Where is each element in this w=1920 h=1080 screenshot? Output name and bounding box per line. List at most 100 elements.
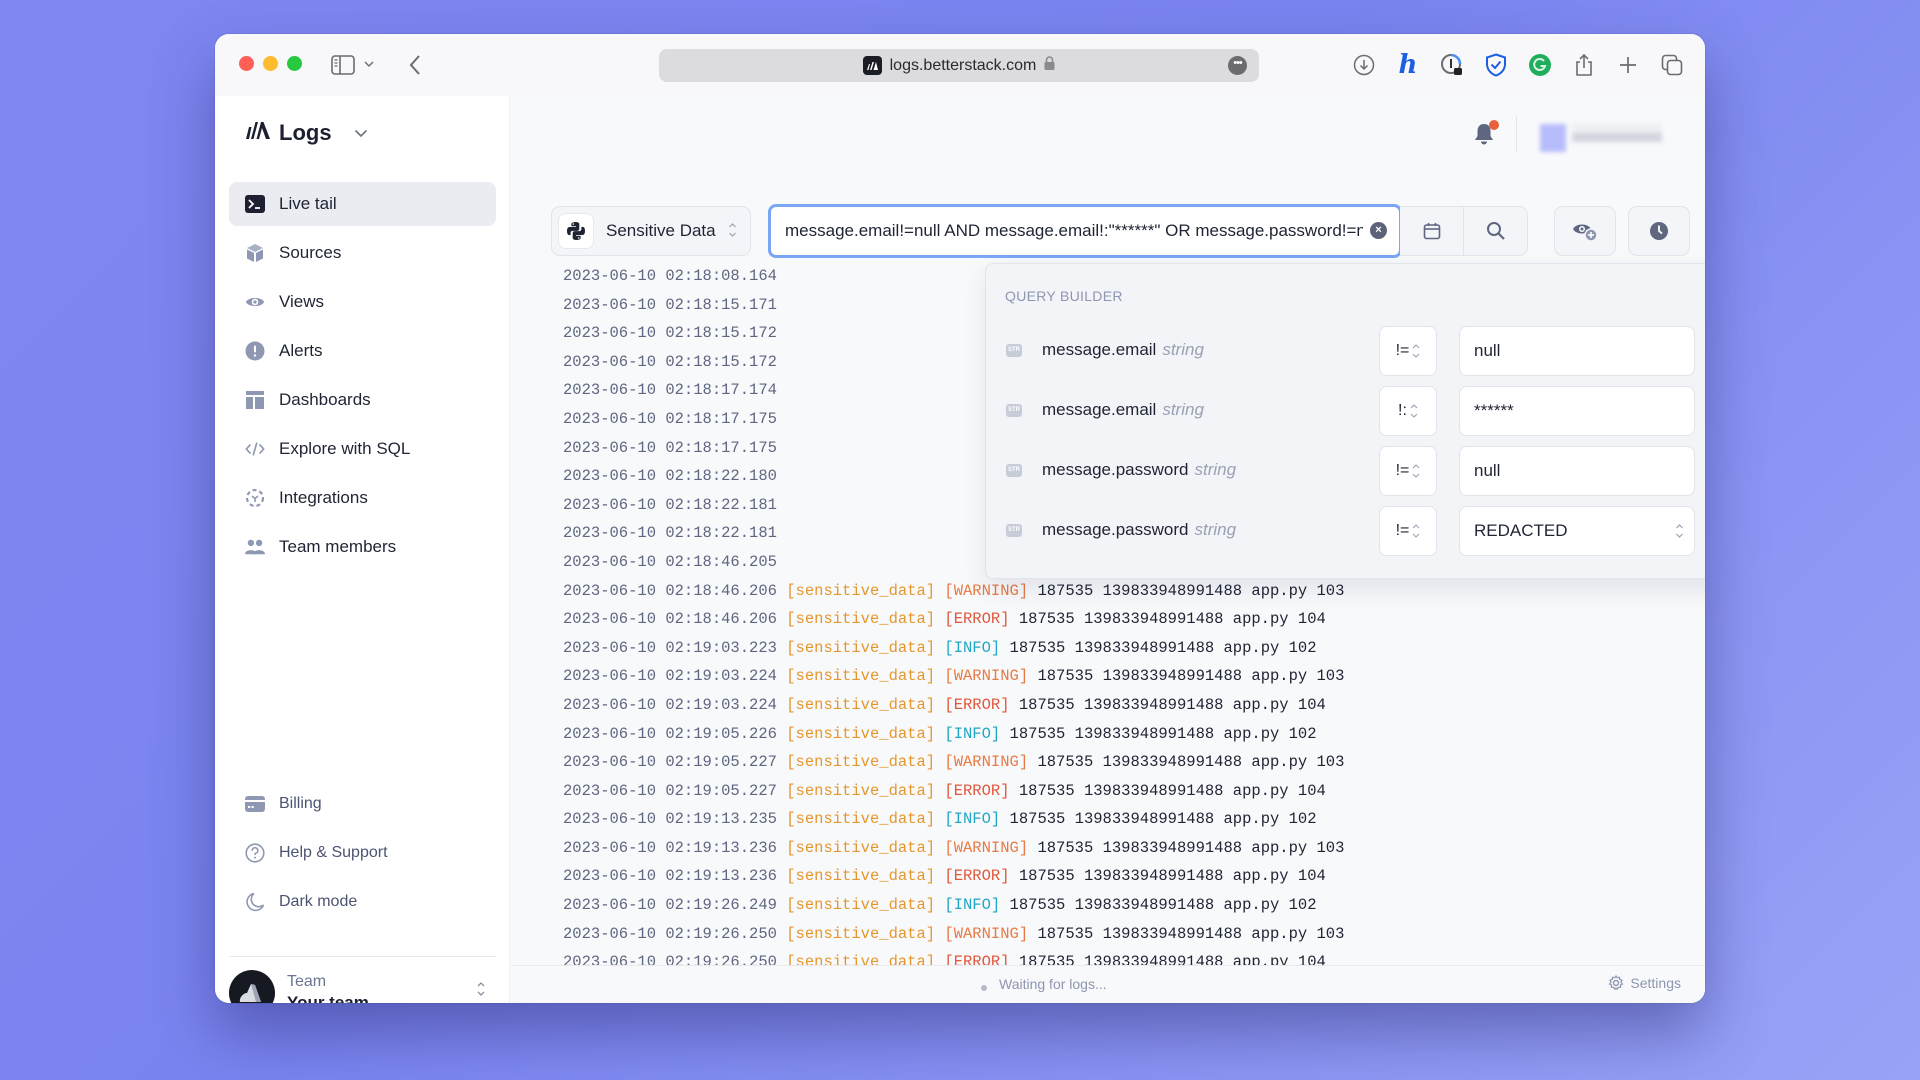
operator-select[interactable]: != (1379, 326, 1437, 376)
time-travel-button[interactable] (1628, 206, 1690, 256)
log-message: 187535 139833948991488 app.py 104 (1018, 695, 1326, 714)
eye-icon (245, 292, 265, 312)
sidebar-item-explore-sql[interactable]: Explore with SQL (229, 427, 496, 471)
condition-field: message.password string (1042, 460, 1236, 480)
browser-window: logs.betterstack.com ••• h Logs Live tai… (215, 34, 1705, 1003)
log-level: [ERROR] (944, 867, 1010, 886)
log-message: 187535 139833948991488 app.py 103 (1037, 753, 1345, 772)
log-line[interactable]: 2023-06-10 02:19:03.224 [sensitive_data]… (563, 691, 1344, 720)
log-timestamp: 2023-06-10 02:18:08.164 (563, 267, 777, 285)
log-line[interactable]: 2023-06-10 02:19:03.223 [sensitive_data]… (563, 634, 1344, 663)
log-line[interactable]: 2023-06-10 02:19:05.227 [sensitive_data]… (563, 777, 1344, 806)
search-button[interactable] (1463, 207, 1527, 255)
user-menu-redacted[interactable] (1536, 122, 1666, 154)
log-source-tag: [sensitive_data] (786, 838, 936, 857)
value-select[interactable]: REDACTED (1459, 506, 1695, 556)
operator-select[interactable]: != (1379, 506, 1437, 556)
log-timestamp: 2023-06-10 02:18:22.181 (563, 524, 777, 543)
download-icon[interactable] (1351, 52, 1377, 78)
help-icon (245, 843, 265, 863)
query-input[interactable] (785, 221, 1363, 241)
sidebar-item-live-tail[interactable]: Live tail (229, 182, 496, 226)
log-timestamp: 2023-06-10 02:19:26.249 (563, 896, 777, 915)
log-timestamp: 2023-06-10 02:19:26.250 (563, 924, 777, 943)
log-source-tag: [sensitive_data] (786, 896, 936, 915)
sidebar-item-dashboards[interactable]: Dashboards (229, 378, 496, 422)
password-manager-icon[interactable] (1439, 52, 1465, 78)
source-selector[interactable]: Sensitive Data (551, 206, 751, 256)
log-message: 187535 139833948991488 app.py 104 (1018, 781, 1326, 800)
operator-select[interactable]: !: (1379, 386, 1437, 436)
clear-query-icon[interactable]: × (1370, 222, 1387, 239)
sidebar-item-help-support[interactable]: Help & Support (229, 831, 496, 875)
log-line[interactable]: 2023-06-10 02:19:03.224 [sensitive_data]… (563, 662, 1344, 691)
new-tab-icon[interactable] (1615, 52, 1641, 78)
log-source-tag: [sensitive_data] (786, 753, 936, 772)
page-options-icon[interactable]: ••• (1228, 56, 1247, 75)
dashboard-icon (245, 390, 265, 410)
operator-select[interactable]: != (1379, 446, 1437, 496)
sidebar-toggle-icon[interactable] (331, 54, 355, 76)
alert-icon (245, 341, 265, 361)
value-selected: REDACTED (1474, 521, 1568, 540)
field-type: string (1194, 520, 1237, 539)
tabs-overview-icon[interactable] (1659, 52, 1685, 78)
sidebar-item-team-members[interactable]: Team members (229, 525, 496, 569)
sidebar-item-alerts[interactable]: Alerts (229, 329, 496, 373)
log-line[interactable]: 2023-06-10 02:19:13.235 [sensitive_data]… (563, 805, 1344, 834)
address-bar[interactable]: logs.betterstack.com ••• (659, 49, 1259, 82)
sidebar-nav: Live tail Sources Views Alerts Dashboard… (229, 182, 496, 574)
log-source-tag: [sensitive_data] (786, 695, 936, 714)
log-message: 187535 139833948991488 app.py 102 (1009, 638, 1317, 657)
log-line[interactable]: 2023-06-10 02:18:46.206 [sensitive_data]… (563, 577, 1344, 606)
adguard-icon[interactable] (1483, 52, 1509, 78)
log-line[interactable]: 2023-06-10 02:19:26.249 [sensitive_data]… (563, 891, 1344, 920)
value-input[interactable] (1474, 341, 1654, 361)
zoom-window-button[interactable] (287, 56, 302, 71)
log-line[interactable]: 2023-06-10 02:19:13.236 [sensitive_data]… (563, 834, 1344, 863)
product-switcher[interactable]: Logs (245, 120, 368, 146)
sidebar-item-integrations[interactable]: Integrations (229, 476, 496, 520)
team-icon (245, 537, 265, 557)
log-timestamp: 2023-06-10 02:19:13.236 (563, 867, 777, 886)
minimize-window-button[interactable] (263, 56, 278, 71)
log-line[interactable]: 2023-06-10 02:19:26.250 [sensitive_data]… (563, 920, 1344, 949)
sidebar-item-label: Sources (279, 243, 342, 262)
save-view-button[interactable] (1554, 206, 1616, 256)
settings-button[interactable]: Settings (1608, 975, 1681, 991)
grammarly-icon[interactable] (1527, 52, 1553, 78)
log-line[interactable]: 2023-06-10 02:19:05.227 [sensitive_data]… (563, 748, 1344, 777)
operator-value: != (1395, 522, 1410, 539)
string-type-icon: STR (1006, 404, 1022, 417)
log-timestamp: 2023-06-10 02:18:15.172 (563, 352, 777, 371)
log-timestamp: 2023-06-10 02:19:03.224 (563, 695, 777, 714)
log-timestamp: 2023-06-10 02:19:13.236 (563, 838, 777, 857)
log-level-text: ERROR (953, 781, 1001, 800)
log-timestamp: 2023-06-10 02:18:15.172 (563, 324, 777, 343)
sidebar-item-views[interactable]: Views (229, 280, 496, 324)
value-field (1459, 326, 1695, 376)
log-source-tag: [sensitive_data] (786, 810, 936, 829)
sidebar-item-sources[interactable]: Sources (229, 231, 496, 275)
honey-icon[interactable]: h (1395, 50, 1421, 80)
field-type: string (1194, 460, 1237, 479)
log-message: 187535 139833948991488 app.py 102 (1009, 724, 1317, 743)
date-range-button[interactable] (1400, 207, 1463, 255)
value-field (1459, 446, 1695, 496)
value-input[interactable] (1474, 461, 1654, 481)
sidebar-item-dark-mode[interactable]: Dark mode (229, 880, 496, 924)
close-window-button[interactable] (239, 56, 254, 71)
notifications-button[interactable] (1473, 120, 1499, 146)
log-line[interactable]: 2023-06-10 02:19:13.236 [sensitive_data]… (563, 862, 1344, 891)
sidebar-item-billing[interactable]: Billing (229, 782, 496, 826)
value-input[interactable] (1474, 401, 1654, 421)
sidebar-menu-chevron-icon[interactable] (363, 58, 375, 70)
log-line[interactable]: 2023-06-10 02:19:05.226 [sensitive_data]… (563, 720, 1344, 749)
team-switcher[interactable]: Team Your team (229, 968, 496, 1003)
log-level-text: INFO (953, 724, 991, 743)
log-line[interactable]: 2023-06-10 02:18:46.206 [sensitive_data]… (563, 605, 1344, 634)
back-icon[interactable] (407, 52, 423, 78)
log-timestamp: 2023-06-10 02:18:22.181 (563, 495, 777, 514)
string-type-icon: STR (1006, 344, 1022, 357)
share-icon[interactable] (1571, 52, 1597, 78)
